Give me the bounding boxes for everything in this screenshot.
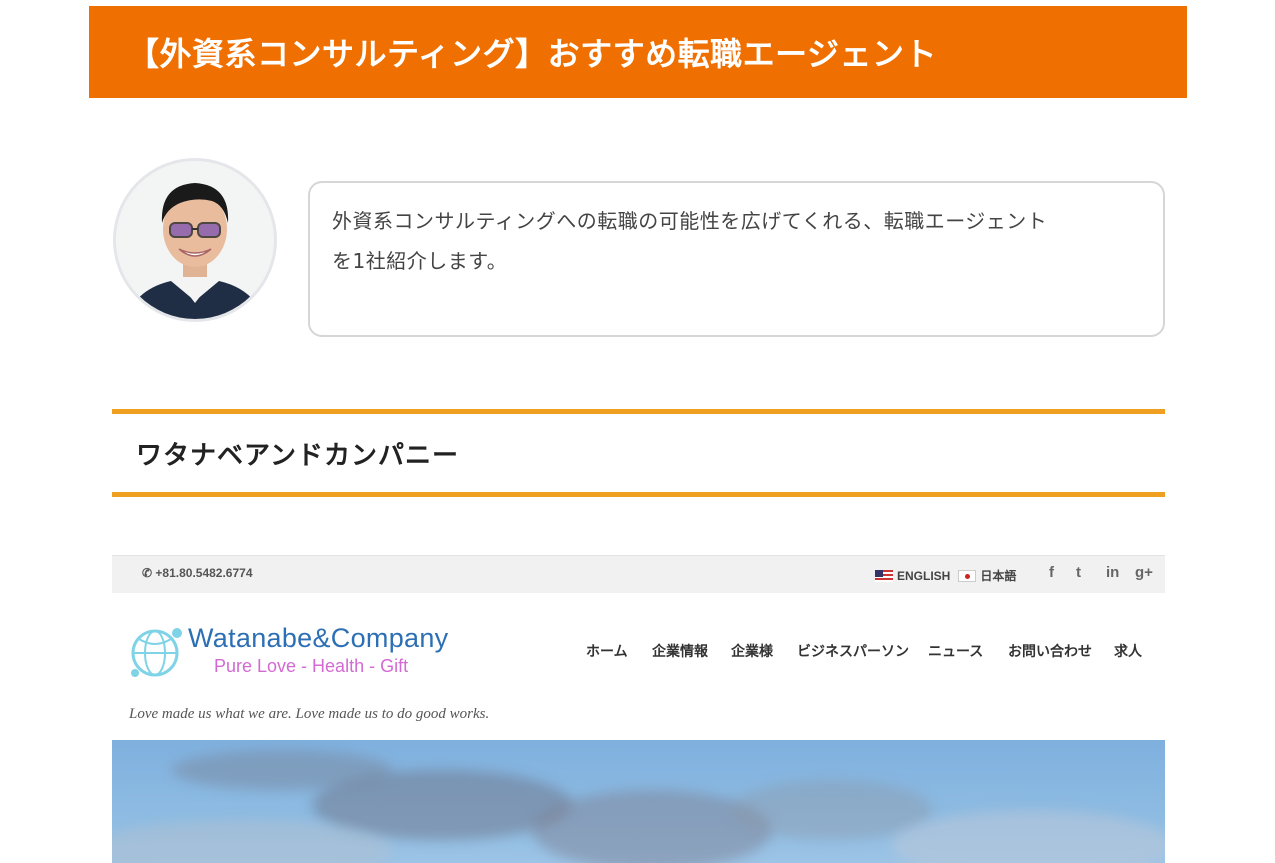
twitter-icon: t (1076, 564, 1081, 581)
language-switcher: ENGLISH 日本語 (875, 567, 1016, 584)
site-logo-tagline: Pure Love - Health - Gift (214, 656, 409, 676)
site-nav-business: ビジネスパーソン (797, 644, 909, 660)
speech-line-1: 外資系コンサルティングへの転職の可能性を広げてくれる、転職エージェント (332, 209, 1048, 233)
site-nav-clients: 企業様 (731, 644, 773, 660)
site-nav-contact: お問い合わせ (1008, 644, 1092, 660)
phone-icon: ✆ (142, 566, 153, 580)
section-heading: ワタナベアンドカンパニー (136, 440, 459, 471)
linkedin-icon: in (1106, 564, 1120, 581)
person-avatar-icon (116, 161, 274, 319)
article-title-banner: 【外資系コンサルティング】おすすめ転職エージェント (89, 6, 1187, 98)
globe-logo-icon (131, 628, 182, 677)
site-nav-news: ニュース (928, 644, 984, 660)
site-motto: Love made us what we are. Love made us t… (129, 706, 490, 722)
site-hero-image (112, 740, 1165, 863)
jp-flag-icon (958, 569, 977, 582)
author-avatar (113, 158, 277, 322)
section-heading-box: ワタナベアンドカンパニー (112, 409, 1165, 497)
site-nav-jobs: 求人 (1114, 644, 1142, 660)
article-title: 【外資系コンサルティング】おすすめ転職エージェント (127, 35, 937, 73)
lang-english: ENGLISH (897, 568, 951, 583)
site-phone: ✆ +81.80.5482.6774 (142, 566, 253, 580)
phone-number: +81.80.5482.6774 (155, 566, 253, 580)
site-nav-company: 企業情報 (652, 644, 708, 660)
site-topbar: ✆ +81.80.5482.6774 ENGLISH 日本語 f t in g+ (112, 555, 1165, 593)
lang-japanese: 日本語 (980, 569, 1017, 583)
speech-line-2: を1社紹介します。 (332, 249, 508, 273)
speech-text: 外資系コンサルティングへの転職の可能性を広げてくれる、転職エージェント を1社紹… (332, 201, 1141, 281)
google-plus-icon: g+ (1135, 564, 1153, 581)
facebook-icon: f (1049, 564, 1054, 581)
site-logo-name: Watanabe&Company (188, 623, 449, 653)
us-flag-icon (875, 569, 893, 582)
speech-bubble: 外資系コンサルティングへの転職の可能性を広げてくれる、転職エージェント を1社紹… (308, 181, 1165, 337)
site-nav-home: ホーム (586, 644, 628, 660)
company-site-screenshot: ✆ +81.80.5482.6774 ENGLISH 日本語 f t in g+… (112, 555, 1165, 863)
